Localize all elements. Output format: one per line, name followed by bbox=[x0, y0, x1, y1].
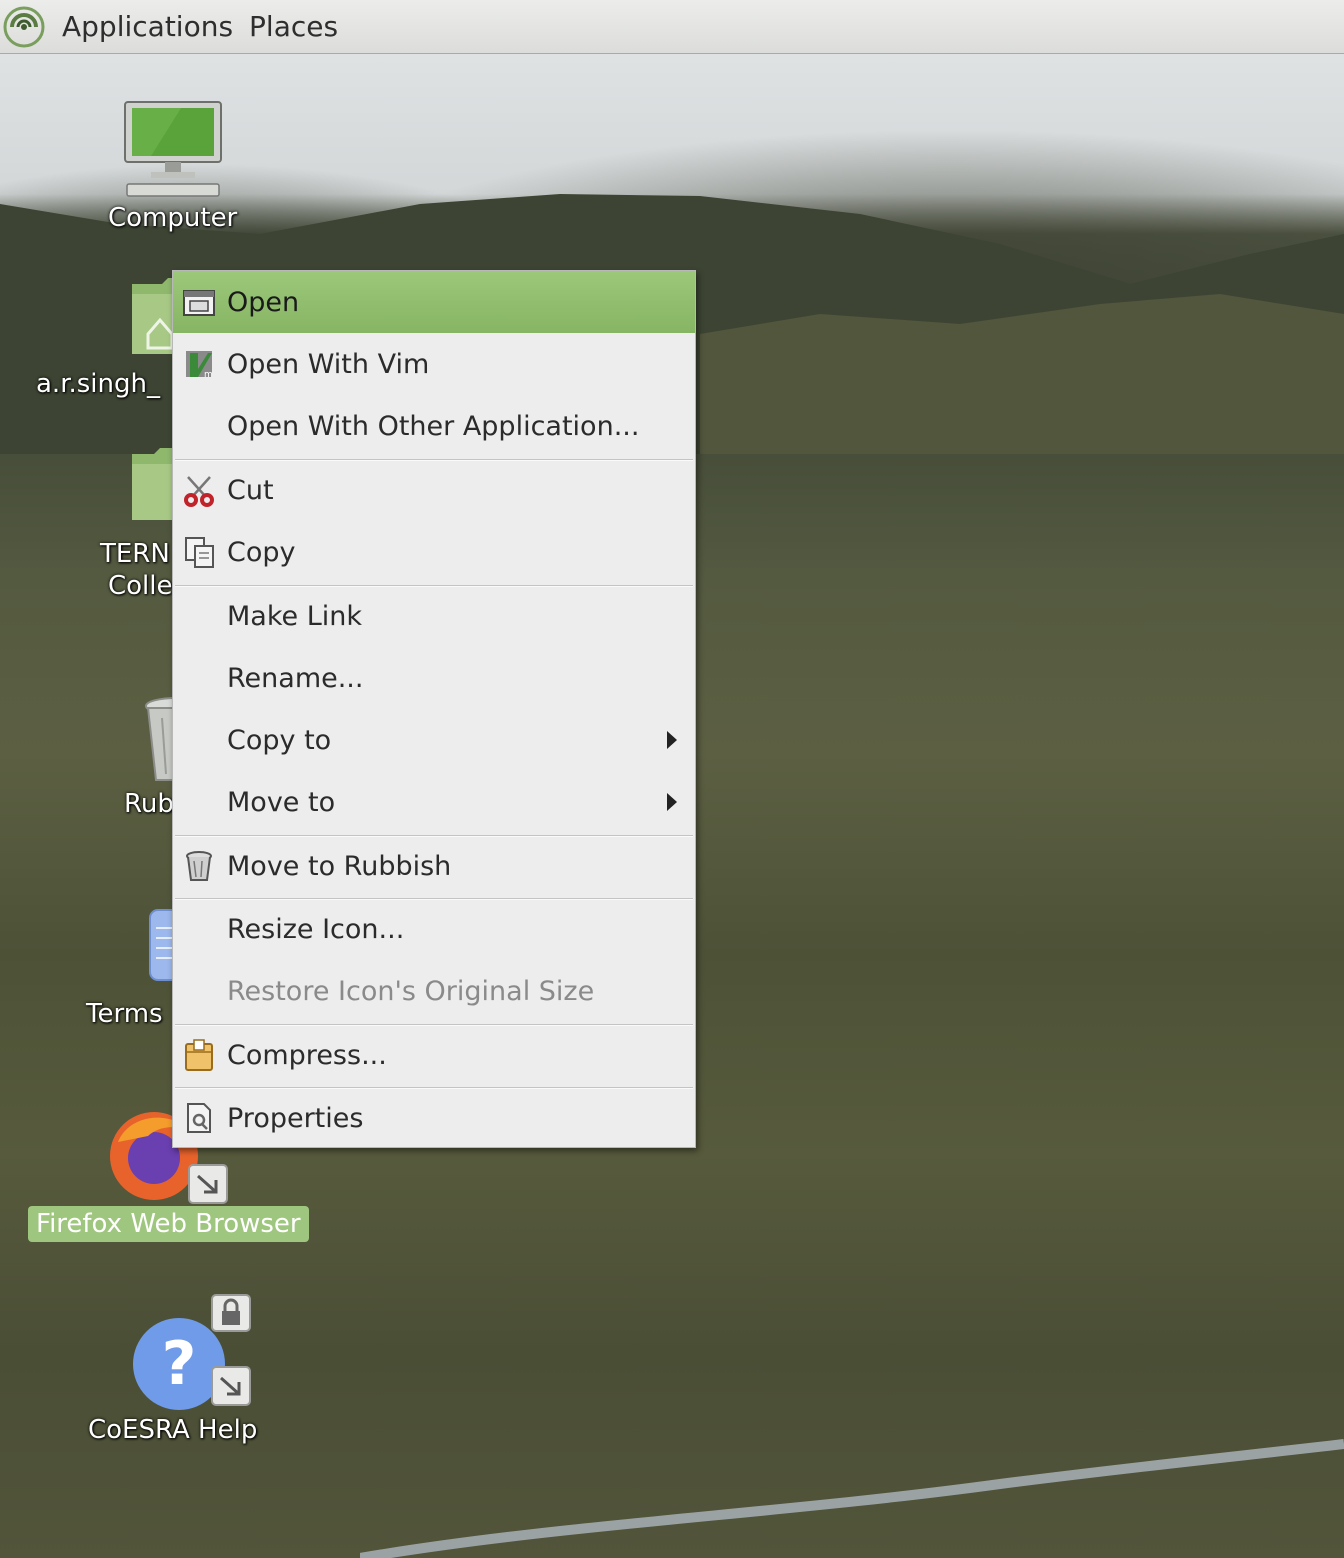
menu-item-label: Cut bbox=[227, 474, 274, 506]
menu-item-label: Open bbox=[227, 286, 300, 318]
menu-item-label: Move to bbox=[227, 786, 336, 818]
desktop-icon-label: Computer bbox=[108, 203, 238, 233]
desktop-icon-label: TERN bbox=[100, 539, 170, 569]
trash-icon bbox=[181, 848, 217, 884]
menu-item-label: Rename... bbox=[227, 662, 364, 694]
mate-logo-icon[interactable] bbox=[2, 5, 46, 49]
menu-item-label: Move to Rubbish bbox=[227, 850, 452, 882]
menu-item-move-to-rubbish[interactable]: Move to Rubbish bbox=[173, 835, 695, 897]
desktop-icon-label: Colle bbox=[108, 571, 173, 601]
menu-item-open-with-other[interactable]: Open With Other Application... bbox=[173, 395, 695, 457]
top-panel: Applications Places bbox=[0, 0, 1344, 54]
menu-item-cut[interactable]: Cut bbox=[173, 459, 695, 521]
svg-text:?: ? bbox=[161, 1329, 196, 1399]
desktop-icon-label: Rub bbox=[124, 789, 174, 819]
menu-item-move-to[interactable]: Move to bbox=[173, 771, 695, 833]
places-menu[interactable]: Places bbox=[245, 10, 342, 43]
desktop-icon-coesra-help[interactable]: ? CoESRA Help bbox=[88, 1294, 257, 1446]
desktop-icon-terms[interactable]: Terms bbox=[86, 906, 186, 1030]
copy-icon bbox=[181, 534, 217, 570]
menu-item-restore-icon-size: Restore Icon's Original Size bbox=[173, 960, 695, 1022]
shortcut-arrow-icon bbox=[188, 1164, 229, 1204]
applications-menu[interactable]: Applications bbox=[58, 10, 237, 43]
menu-item-label: Copy to bbox=[227, 724, 332, 756]
svg-text:m: m bbox=[204, 370, 213, 380]
archive-icon bbox=[181, 1037, 217, 1073]
menu-item-open-with-vim[interactable]: m Open With Vim bbox=[173, 333, 695, 395]
menu-item-label: Resize Icon... bbox=[227, 913, 405, 945]
desktop-icon-label: CoESRA Help bbox=[88, 1415, 258, 1445]
vim-icon: m bbox=[181, 346, 217, 382]
menu-item-rename[interactable]: Rename... bbox=[173, 647, 695, 709]
submenu-arrow-icon bbox=[667, 731, 677, 749]
menu-item-label: Open With Vim bbox=[227, 348, 430, 380]
properties-icon bbox=[181, 1100, 217, 1136]
menu-item-label: Open With Other Application... bbox=[227, 410, 640, 442]
menu-item-make-link[interactable]: Make Link bbox=[173, 585, 695, 647]
desktop-icon-label: Terms bbox=[86, 999, 163, 1029]
desktop-icon-computer[interactable]: Computer bbox=[108, 98, 237, 234]
shortcut-arrow-icon bbox=[210, 1366, 251, 1406]
menu-item-label: Compress... bbox=[227, 1039, 387, 1071]
scissors-icon bbox=[181, 472, 217, 508]
menu-item-label: Restore Icon's Original Size bbox=[227, 975, 595, 1007]
open-folder-icon bbox=[181, 284, 217, 320]
menu-item-compress[interactable]: Compress... bbox=[173, 1024, 695, 1086]
menu-item-label: Make Link bbox=[227, 600, 362, 632]
computer-icon bbox=[123, 101, 222, 197]
menu-item-copy[interactable]: Copy bbox=[173, 521, 695, 583]
menu-item-label: Copy bbox=[227, 536, 296, 568]
menu-item-open[interactable]: Open bbox=[173, 271, 695, 333]
desktop-icon-label: a.r.singh_ bbox=[36, 369, 160, 399]
menu-item-copy-to[interactable]: Copy to bbox=[173, 709, 695, 771]
menu-item-resize-icon[interactable]: Resize Icon... bbox=[173, 898, 695, 960]
stream bbox=[360, 1439, 1344, 1558]
submenu-arrow-icon bbox=[667, 793, 677, 811]
help-icon-wrap: ? bbox=[93, 1294, 253, 1410]
menu-item-properties[interactable]: Properties bbox=[173, 1087, 695, 1149]
menu-item-label: Properties bbox=[227, 1102, 364, 1134]
desktop-icon-label: Firefox Web Browser bbox=[28, 1206, 309, 1242]
context-menu: Open m Open With Vim Open With Other App… bbox=[172, 270, 696, 1148]
